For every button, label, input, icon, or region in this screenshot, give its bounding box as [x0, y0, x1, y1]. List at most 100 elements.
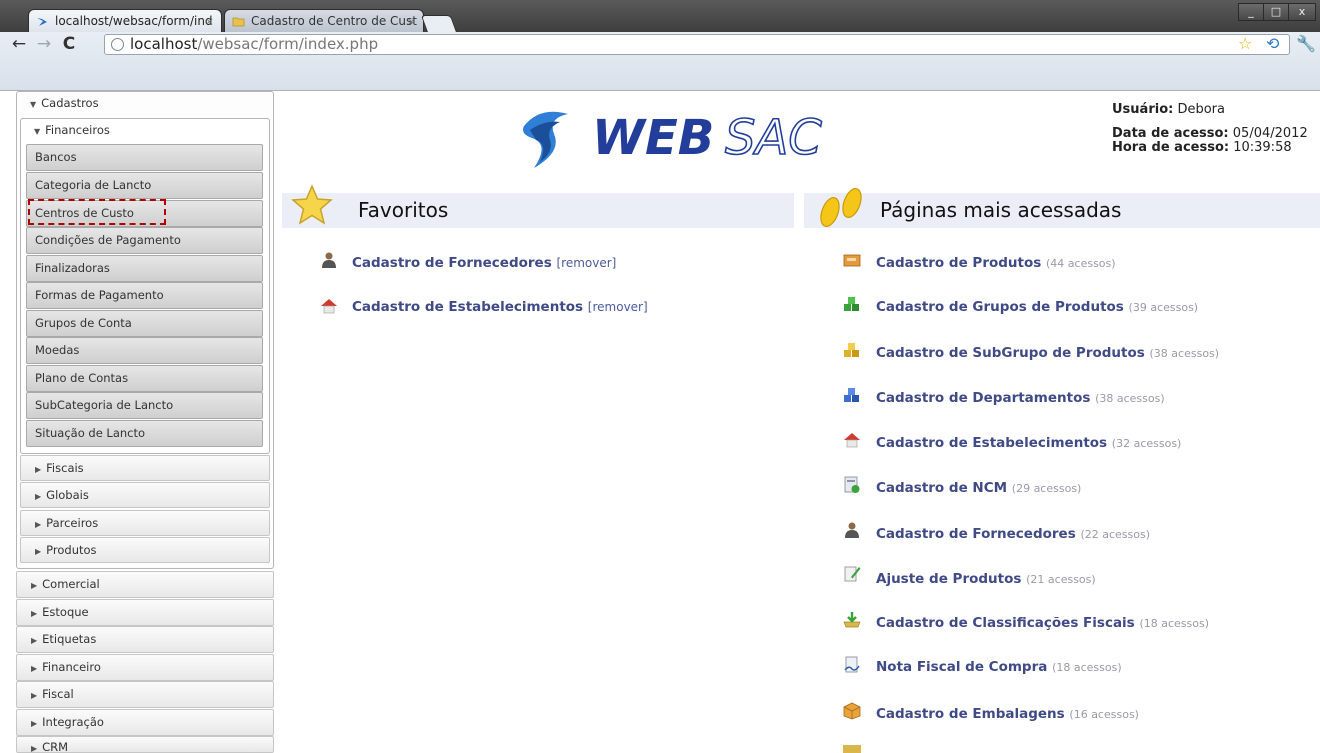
- folder-favicon-icon: [232, 17, 245, 27]
- menu-item-subcategoria-de-lancto[interactable]: SubCategoria de Lancto: [26, 392, 263, 419]
- bookmark-star-icon[interactable]: ☆: [1238, 35, 1252, 53]
- favorite-fornecedores-link[interactable]: Cadastro de Fornecedores [remover]: [352, 254, 616, 272]
- menu-parceiros[interactable]: ▶ Parceiros: [20, 510, 270, 536]
- menu-item-plano-de-contas[interactable]: Plano de Contas: [26, 365, 263, 392]
- back-arrow-icon[interactable]: ←: [8, 32, 30, 56]
- maximize-button[interactable]: □: [1263, 3, 1289, 21]
- user-name: Debora: [1177, 102, 1225, 117]
- popular-label: Cadastro de SubGrupo de Produtos: [876, 345, 1145, 361]
- truncated-item-icon: [843, 745, 861, 753]
- sidebar-menu: ▼ Cadastros ▼ Financeiros Bancos Categoria…: [12, 90, 276, 753]
- menu-label: Etiquetas: [42, 632, 97, 646]
- popular-fornecedores-link[interactable]: Cadastro de Fornecedores (22 acessos): [876, 525, 1150, 544]
- collapsed-arrow-icon: ▶: [35, 492, 42, 501]
- menu-financeiros[interactable]: ▼ Financeiros: [20, 118, 270, 144]
- menu-fiscal[interactable]: ▶ Fiscal: [16, 681, 274, 708]
- close-window-button[interactable]: x: [1288, 3, 1316, 21]
- menu-item-finalizadoras[interactable]: Finalizadoras: [26, 255, 263, 282]
- menu-cadastros[interactable]: ▼ Cadastros: [16, 91, 274, 117]
- popular-label: Cadastro de Embalagens: [876, 706, 1065, 722]
- tab-close-icon[interactable]: ×: [407, 10, 416, 32]
- menu-integracao[interactable]: ▶ Integração: [16, 709, 274, 736]
- favorite-label: Cadastro de Fornecedores: [352, 255, 552, 271]
- package-icon: [843, 702, 861, 720]
- popular-estabelecimentos-link[interactable]: Cadastro de Estabelecimentos (32 acessos…: [876, 434, 1181, 453]
- user-info: Usuário: Debora Data de acesso: 05/04/20…: [1112, 103, 1316, 155]
- forward-arrow-icon[interactable]: →: [33, 32, 55, 56]
- title-bar: localhost/websac/form/ind × Cadastro de …: [0, 0, 1320, 33]
- menu-estoque[interactable]: ▶ Estoque: [16, 599, 274, 626]
- popular-label: Cadastro de Departamentos: [876, 390, 1091, 406]
- popular-embalagens-link[interactable]: Cadastro de Embalagens (16 acessos): [876, 705, 1139, 724]
- popular-ncm-link[interactable]: Cadastro de NCM (29 acessos): [876, 479, 1081, 498]
- websac-favicon-icon: [37, 18, 47, 26]
- menu-comercial[interactable]: ▶ Comercial: [16, 571, 274, 598]
- yellow-cubes-icon: [844, 343, 859, 357]
- menu-item-moedas[interactable]: Moedas: [26, 337, 263, 364]
- access-date-value: 05/04/2012: [1232, 126, 1308, 141]
- menu-item-situacao-de-lancto[interactable]: Situação de Lancto: [26, 420, 263, 447]
- access-time-value: 10:39:58: [1233, 140, 1292, 155]
- popular-label: Cadastro de NCM: [876, 480, 1008, 496]
- popular-produtos-link[interactable]: Cadastro de Produtos (44 acessos): [876, 254, 1116, 273]
- menu-etiquetas[interactable]: ▶ Etiquetas: [16, 626, 274, 653]
- favorites-title: Favoritos: [358, 198, 449, 222]
- menu-label: Comercial: [42, 577, 100, 591]
- popular-label: Nota Fiscal de Compra: [876, 659, 1048, 675]
- websac-logo: WEB SAC: [523, 109, 823, 168]
- menu-item-categoria-de-lancto[interactable]: Categoria de Lancto: [26, 172, 263, 199]
- popular-grupos-produtos-link[interactable]: Cadastro de Grupos de Produtos (39 acess…: [876, 298, 1198, 317]
- url-path: /websac/form/index.php: [197, 35, 379, 53]
- popular-label: Cadastro de Classificações Fiscais: [876, 615, 1135, 631]
- menu-financeiro[interactable]: ▶ Financeiro: [16, 654, 274, 681]
- access-count: (18 acessos): [1139, 617, 1209, 630]
- menu-label: Fiscais: [46, 461, 84, 475]
- blue-cubes-icon: [844, 388, 859, 402]
- menu-crm[interactable]: ▶ CRM: [16, 736, 274, 753]
- menu-label: Fiscal: [42, 687, 74, 701]
- remove-favorite-link[interactable]: [remover]: [588, 300, 648, 314]
- collapsed-arrow-icon: ▶: [35, 465, 42, 474]
- access-count: (29 acessos): [1011, 482, 1082, 495]
- popular-label: Cadastro de Grupos de Produtos: [876, 299, 1124, 315]
- collapsed-arrow-icon: ▶: [31, 664, 38, 673]
- new-tab-button[interactable]: [420, 15, 458, 33]
- remove-favorite-link[interactable]: [remover]: [556, 256, 616, 270]
- tab-centro-de-custo[interactable]: Cadastro de Centro de Cust ×: [224, 9, 424, 32]
- extension-icon[interactable]: ⟲: [1266, 35, 1279, 53]
- menu-item-grupos-de-conta[interactable]: Grupos de Conta: [26, 310, 263, 337]
- expanded-arrow-icon: ▼: [34, 127, 41, 136]
- popular-nota-fiscal-compra-link[interactable]: Nota Fiscal de Compra (18 acessos): [876, 658, 1122, 677]
- person-icon: [322, 252, 336, 268]
- favorite-estabelecimentos-link[interactable]: Cadastro de Estabelecimentos [remover]: [352, 298, 648, 316]
- popular-ajuste-produtos-link[interactable]: Ajuste de Produtos (21 acessos): [876, 570, 1096, 589]
- menu-fiscais[interactable]: ▶ Fiscais: [20, 455, 270, 481]
- menu-globais[interactable]: ▶ Globais: [20, 482, 270, 508]
- menu-item-formas-de-pagamento[interactable]: Formas de Pagamento: [26, 282, 263, 309]
- access-count: (38 acessos): [1149, 347, 1220, 360]
- tab-websac-index[interactable]: localhost/websac/form/ind ×: [28, 9, 222, 32]
- popular-subgrupo-produtos-link[interactable]: Cadastro de SubGrupo de Produtos (38 ace…: [876, 344, 1219, 363]
- menu-produtos[interactable]: ▶ Produtos: [20, 537, 270, 563]
- star-icon: [291, 184, 333, 225]
- popular-classificacoes-fiscais-link[interactable]: Cadastro de Classificações Fiscais (18 a…: [876, 614, 1209, 633]
- wrench-icon[interactable]: 🔧: [1296, 35, 1316, 53]
- reload-icon[interactable]: C: [58, 32, 80, 56]
- access-count: (16 acessos): [1069, 708, 1139, 721]
- menu-label: Parceiros: [46, 516, 99, 530]
- access-time-label: Hora de acesso:: [1112, 140, 1230, 155]
- menu-item-condicoes-de-pagamento[interactable]: Condições de Pagamento: [26, 227, 263, 254]
- annotation-highlight-box: [28, 199, 166, 225]
- popular-departamentos-link[interactable]: Cadastro de Departamentos (38 acessos): [876, 389, 1165, 408]
- tray-arrow-icon: [843, 612, 861, 628]
- person-icon: [845, 522, 859, 538]
- collapsed-arrow-icon: ▶: [31, 744, 38, 753]
- tab-close-icon[interactable]: ×: [205, 10, 214, 32]
- minimize-button[interactable]: _: [1238, 3, 1264, 21]
- user-label: Usuário:: [1112, 102, 1174, 117]
- menu-label: Financeiro: [42, 660, 101, 674]
- address-bar[interactable]: localhost/websac/form/index.php: [104, 34, 1290, 55]
- menu-item-bancos[interactable]: Bancos: [26, 144, 263, 171]
- collapsed-arrow-icon: ▶: [31, 691, 38, 700]
- signed-doc-icon: [844, 656, 860, 673]
